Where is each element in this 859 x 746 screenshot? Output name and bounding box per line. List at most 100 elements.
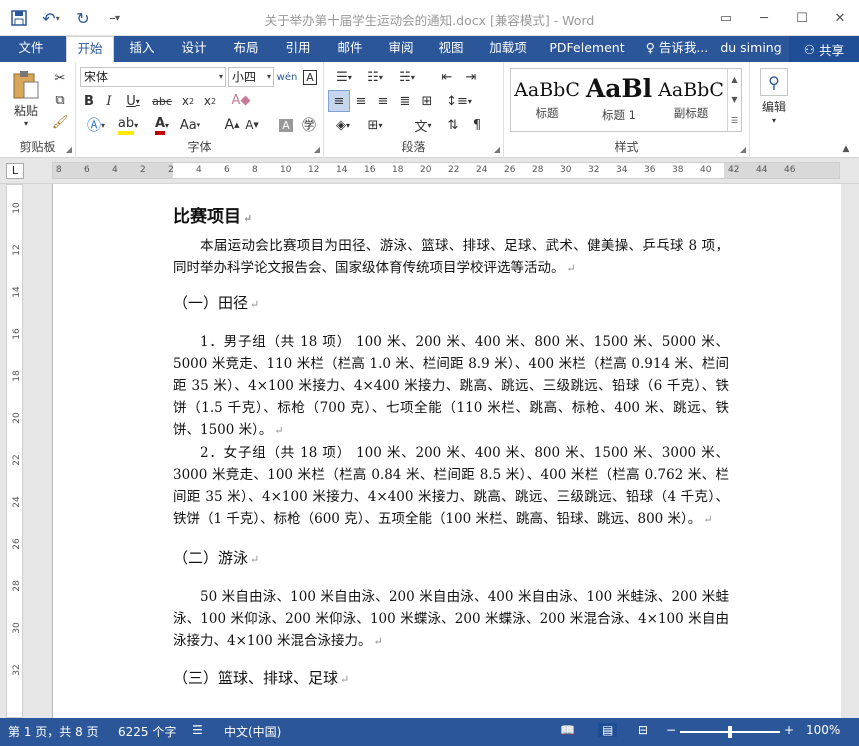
show-marks-icon[interactable]: ¶ (466, 114, 488, 136)
decrease-indent-icon[interactable]: ⇤ (436, 66, 458, 88)
font-size-combo[interactable]: 小四 ▾ (228, 67, 274, 87)
page-count[interactable]: 第 1 页，共 8 页 (8, 723, 99, 740)
text-effects-icon[interactable]: Ⓐ ▾ (80, 114, 112, 136)
tab-mailings[interactable]: 邮件 (326, 36, 374, 62)
multilevel-list-icon[interactable]: ☵ ▾ (392, 66, 422, 88)
read-mode-icon[interactable]: 📖 (560, 723, 575, 737)
share-label: 共享 (819, 42, 845, 58)
undo-icon[interactable]: ↶ ▾ (40, 7, 62, 29)
bullets-icon[interactable]: ☰ ▾ (330, 66, 358, 88)
line-spacing-icon[interactable]: ↕≡ ▾ (444, 90, 474, 112)
underline-icon[interactable]: U ▾ (120, 91, 146, 111)
tab-design[interactable]: 设计 (170, 36, 218, 62)
style-title[interactable]: AaBbC 标题 (511, 69, 583, 131)
character-border-icon[interactable]: A (300, 66, 320, 88)
styles-scroll[interactable]: ▲ ▼ ☰ (727, 69, 741, 131)
user-name[interactable]: du siming (718, 36, 784, 62)
character-shading-icon[interactable]: A (276, 114, 296, 136)
ribbon-display-icon[interactable]: ▭ (707, 0, 745, 36)
document-page[interactable]: 比赛项目 ↵ 本届运动会比赛项目为田径、游泳、篮球、排球、足球、武术、健美操、乒乓… (52, 184, 841, 718)
justify-icon[interactable]: ≣ (394, 90, 416, 112)
search-icon[interactable]: ⚲ (760, 68, 788, 96)
borders-icon[interactable]: ⊞ ▾ (360, 114, 390, 136)
close-icon[interactable]: ✕ (821, 0, 859, 36)
maximize-icon[interactable]: ☐ (783, 0, 821, 36)
zoom-out-icon[interactable]: − (666, 723, 676, 737)
sort-icon[interactable]: ⇅ (442, 114, 464, 136)
phonetic-guide-icon[interactable]: wén (276, 66, 298, 88)
minimize-icon[interactable]: ─ (745, 0, 783, 36)
more-styles-icon[interactable]: ☰ (731, 116, 738, 125)
redo-icon[interactable]: ↻ (72, 7, 94, 29)
increase-indent-icon[interactable]: ⇥ (460, 66, 482, 88)
tab-file[interactable]: 文件 (0, 36, 62, 62)
align-right-icon[interactable]: ≡ (372, 90, 394, 112)
align-center-icon[interactable]: ≡ (350, 90, 372, 112)
tab-home[interactable]: 开始 (66, 36, 114, 62)
format-painter-icon[interactable]: 🖌 (50, 112, 70, 132)
horizontal-ruler: L 8 6 4 2 2 4 6 8 10 12 14 16 18 20 22 24 26 28 30 32 34 36 38… (0, 158, 859, 184)
styles-launcher-icon[interactable]: ◢ (740, 145, 746, 154)
document-area: 10 12 14 16 18 20 22 24 26 28 30 32 比赛项目 ↵ 本届运动会比赛项目… (0, 184, 859, 718)
font-color-icon[interactable]: A ▾ (146, 114, 178, 136)
enclose-characters-icon[interactable]: ㊫ (298, 114, 320, 136)
italic-icon[interactable]: I (100, 91, 118, 111)
distributed-icon[interactable]: ⊞ (416, 90, 438, 112)
ruler-track[interactable]: 8 6 4 2 2 4 6 8 10 12 14 16 18 20 22 24 26 28 30 32 34 36 38 40… (52, 162, 840, 179)
highlight-icon[interactable]: ab ▾ (112, 114, 144, 136)
tab-references[interactable]: 引用 (274, 36, 322, 62)
customize-qat-icon[interactable]: ⎯▾ (104, 7, 126, 29)
print-layout-icon[interactable]: ▤ (598, 723, 618, 737)
align-left-icon[interactable]: ≡ (328, 90, 350, 112)
collapse-ribbon-icon[interactable]: ▲ (838, 142, 854, 156)
style-heading-1[interactable]: AaBl 标题 1 (583, 69, 655, 131)
tab-layout[interactable]: 布局 (222, 36, 270, 62)
save-icon[interactable] (8, 7, 30, 29)
bold-icon[interactable]: B (80, 91, 98, 111)
tab-review[interactable]: 审阅 (378, 36, 424, 62)
shrink-font-icon[interactable]: A ▼ (242, 114, 262, 136)
editing-button[interactable]: 编辑 (754, 98, 794, 114)
shading-icon[interactable]: ◈ ▾ (328, 114, 358, 136)
web-layout-icon[interactable]: ⊟ (638, 723, 648, 737)
grow-font-icon[interactable]: A ▲ (222, 114, 242, 136)
language[interactable]: 中文(中国) (224, 723, 281, 740)
superscript-icon[interactable]: x2 (200, 91, 220, 111)
chevron-up-icon[interactable]: ▲ (731, 75, 737, 84)
cut-icon[interactable]: ✂ (50, 68, 70, 88)
font-launcher-icon[interactable]: ◢ (314, 145, 320, 154)
subscript-icon[interactable]: x2 (178, 91, 198, 111)
chinese-layout-icon[interactable]: 文 ▾ (408, 114, 438, 136)
word-count[interactable]: 6225 个字 (118, 723, 176, 740)
vertical-ruler-tick: 20 (12, 412, 22, 424)
clipboard-launcher-icon[interactable]: ◢ (66, 145, 72, 154)
strikethrough-icon[interactable]: abc (148, 91, 176, 111)
change-case-icon[interactable]: Aa ▾ (180, 114, 200, 136)
chevron-down-icon[interactable]: ▼ (731, 95, 737, 104)
tab-addins[interactable]: 加载项 (480, 36, 536, 62)
tab-pdfelement[interactable]: PDFelement (546, 36, 628, 62)
tab-insert[interactable]: 插入 (118, 36, 166, 62)
chevron-down-icon[interactable]: ▾ (766, 114, 782, 126)
tab-selector[interactable]: L (6, 163, 24, 179)
paste-button[interactable]: 粘贴 (6, 102, 46, 118)
zoom-slider-thumb[interactable] (728, 726, 732, 738)
copy-icon[interactable]: ⧉ (50, 90, 70, 110)
ruler-tick: 6 (84, 165, 90, 175)
document-content[interactable]: 比赛项目 ↵ 本届运动会比赛项目为田径、游泳、篮球、排球、足球、武术、健美操、乒乓… (173, 202, 729, 704)
share-button[interactable]: ⚇ 共享 (789, 36, 859, 62)
proofing-icon[interactable]: ☰ (192, 723, 203, 737)
vertical-ruler-track[interactable]: 10 12 14 16 18 20 22 24 26 28 30 32 (6, 184, 23, 718)
paragraph-launcher-icon[interactable]: ◢ (494, 145, 500, 154)
tell-me-box[interactable]: ♀ 告诉我... (640, 36, 714, 62)
clear-formatting-icon[interactable]: A◆ (228, 89, 254, 111)
numbering-icon[interactable]: ☷ ▾ (360, 66, 390, 88)
zoom-slider[interactable] (680, 726, 780, 738)
tab-view[interactable]: 视图 (428, 36, 474, 62)
zoom-level[interactable]: 100% (806, 723, 840, 737)
style-subtitle[interactable]: AaBbC 副标题 (655, 69, 727, 131)
paste-icon[interactable] (6, 68, 46, 102)
font-name-combo[interactable]: 宋体 ▾ (80, 67, 226, 87)
paste-dropdown-icon[interactable]: ▾ (18, 117, 34, 129)
zoom-in-icon[interactable]: + (784, 723, 794, 737)
